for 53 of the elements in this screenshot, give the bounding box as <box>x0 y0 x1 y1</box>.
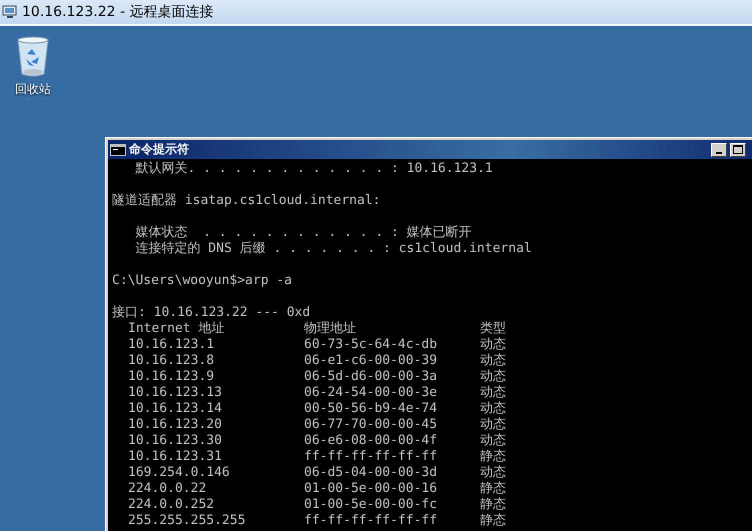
recycle-bin-icon[interactable] <box>15 34 51 78</box>
table-cell: 动态 <box>480 369 506 385</box>
table-cell-text: 06-d5-04-00-00-3d <box>304 465 438 481</box>
console-line: 接口: 10.16.123.22 --- 0xd <box>112 305 312 321</box>
table-cell-text: ff-ff-ff-ff-ff-ff <box>304 449 438 465</box>
table-cell-text: ff-ff-ff-ff-ff-ff <box>304 513 438 529</box>
table-cell: 动态 <box>480 401 506 417</box>
table-cell: 静态 <box>480 497 506 513</box>
table-cell-text: 01-00-5e-00-00-fc <box>304 497 438 513</box>
minimize-button[interactable] <box>711 142 727 156</box>
console-title: 命令提示符 <box>129 141 189 158</box>
console-line: 媒体状态 . . . . . . . . . . . . : 媒体已断开 <box>134 225 473 241</box>
table-cell: 动态 <box>480 385 506 401</box>
table-cell: 静态 <box>480 481 506 497</box>
maximize-button[interactable] <box>730 142 746 156</box>
table-cell-text: 06-24-54-00-00-3e <box>304 385 438 401</box>
table-cell-text: 169.254.0.146 <box>127 465 231 481</box>
table-cell-text: 10.16.123.1 <box>127 337 216 353</box>
table-cell-text: 10.16.123.8 <box>127 353 216 369</box>
table-cell-text: 224.0.0.22 <box>127 481 208 497</box>
table-cell-text: 224.0.0.252 <box>127 497 216 513</box>
table-cell-text: 10.16.123.20 <box>127 417 223 433</box>
table-cell: 动态 <box>480 337 506 353</box>
table-cell-text: 06-5d-d6-00-00-3a <box>304 369 438 385</box>
table-cell-text: 10.16.123.31 <box>127 449 223 465</box>
console-line: 连接特定的 DNS 后缀 . . . . . . . : cs1cloud.internal <box>134 241 533 257</box>
table-cell: 静态 <box>480 449 506 465</box>
console-icon <box>110 144 126 156</box>
table-cell-text: 01-00-5e-00-00-16 <box>304 481 438 497</box>
table-cell: 动态 <box>480 353 506 369</box>
table-cell: 动态 <box>480 433 506 449</box>
table-cell-text: 10.16.123.14 <box>127 401 223 417</box>
table-cell-text: 60-73-5c-64-4c-db <box>304 337 438 353</box>
table-cell-text: 06-e6-08-00-00-4f <box>304 433 438 449</box>
table-cell-text: 10.16.123.30 <box>127 433 223 449</box>
table-cell-text: 06-77-70-00-00-45 <box>304 417 438 433</box>
console-line: C:\Users\wooyun$>arp -a <box>112 273 294 289</box>
monitor-icon <box>2 4 18 20</box>
table-cell-text: 10.16.123.9 <box>127 369 216 385</box>
table-cell-text: 10.16.123.13 <box>127 385 223 401</box>
table-cell: 动态 <box>480 417 506 433</box>
table-cell-text: 06-e1-c6-00-00-39 <box>304 353 438 369</box>
table-cell-text: 00-50-56-b9-4e-74 <box>304 401 438 417</box>
table-cell: 静态 <box>480 513 506 529</box>
column-header: 物理地址 <box>304 321 357 337</box>
console-line: 隧道适配器 isatap.cs1cloud.internal: <box>112 193 382 209</box>
desktop-icon-label[interactable]: 回收站 <box>15 81 51 98</box>
column-header: Internet 地址 <box>127 321 226 337</box>
window-title: 10.16.123.22 - 远程桌面连接 <box>22 3 214 21</box>
table-cell: 动态 <box>480 465 506 481</box>
column-header: 类型 <box>480 321 506 337</box>
console-line: 默认网关. . . . . . . . . . . . . : 10.16.123.1 <box>134 161 494 177</box>
table-cell-text: 255.255.255.255 <box>127 513 246 529</box>
